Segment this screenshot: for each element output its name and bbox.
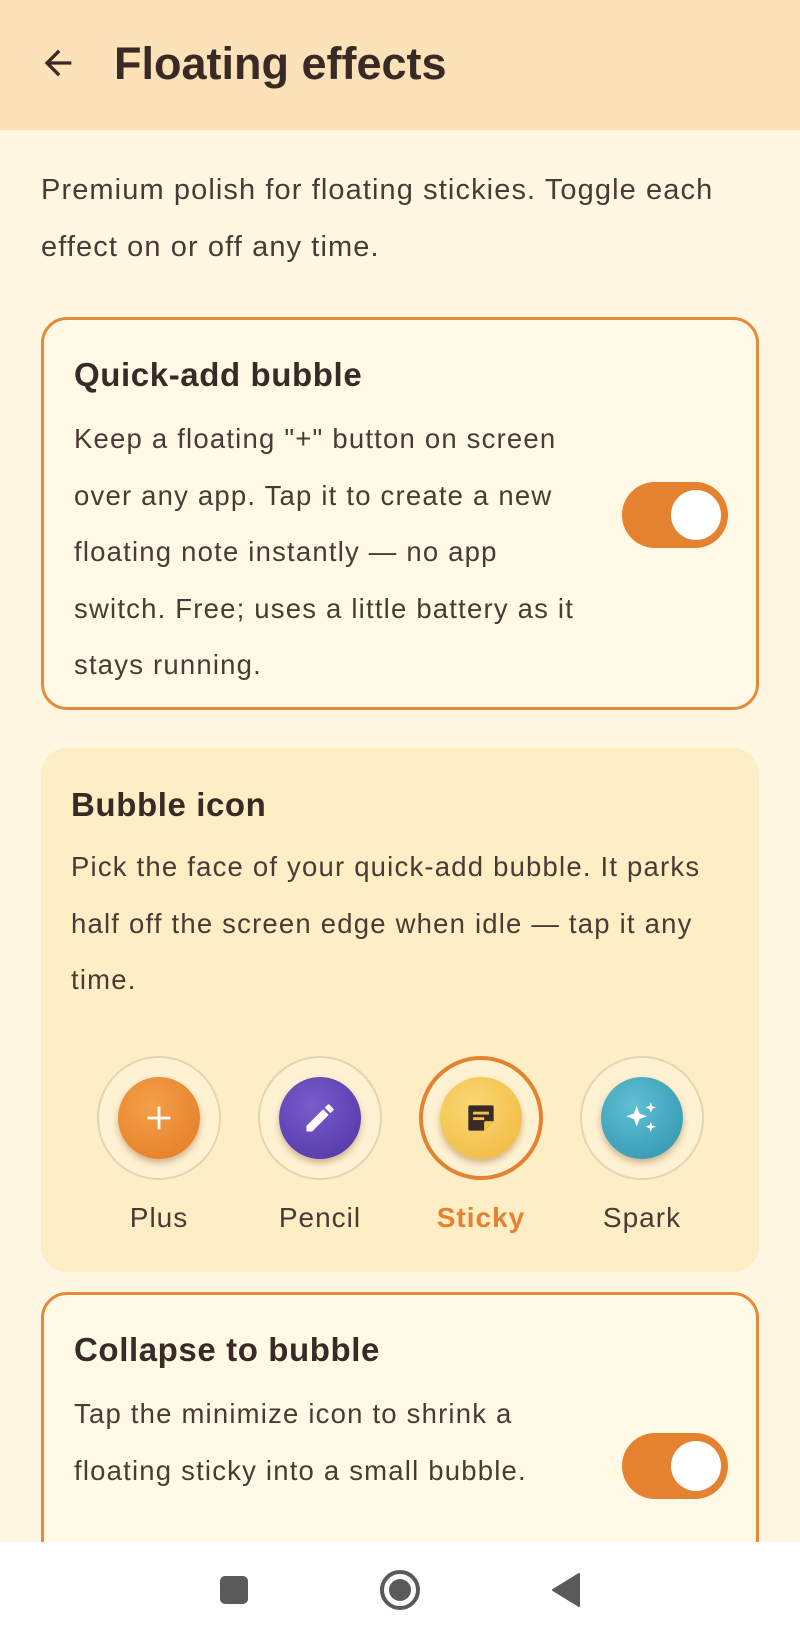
app-bar: Floating effects <box>0 0 800 130</box>
bubble-icon-card: Bubble icon Pick the face of your quick-… <box>41 748 759 1272</box>
bubble-icon-title: Bubble icon <box>71 786 267 823</box>
icon-option-spark[interactable]: Spark <box>577 1056 707 1256</box>
icon-option-sticky[interactable]: Sticky <box>416 1056 546 1256</box>
arrow-left-icon <box>44 49 72 77</box>
quick-add-toggle[interactable] <box>622 482 728 548</box>
recents-button[interactable] <box>206 1562 262 1618</box>
system-nav-bar <box>0 1542 800 1638</box>
collapse-toggle[interactable] <box>622 1433 728 1499</box>
back-button[interactable] <box>30 35 86 91</box>
toggle-knob <box>671 1441 721 1491</box>
icon-label-plus: Plus <box>129 1202 189 1233</box>
collapse-description: Tap the minimize icon to shrink a floati… <box>74 1398 527 1486</box>
back-nav-button[interactable] <box>538 1562 594 1618</box>
settings-content[interactable]: Premium polish for floating stickies. To… <box>0 130 800 1542</box>
pencil-icon <box>279 1077 361 1159</box>
intro-text: Premium polish for floating stickies. To… <box>41 174 714 263</box>
icon-label-pencil: Pencil <box>278 1202 362 1233</box>
sticky-note-icon <box>440 1077 522 1159</box>
icon-label-spark: Spark <box>602 1202 682 1233</box>
page-title: Floating effects <box>114 38 447 89</box>
circle-icon <box>380 1570 420 1610</box>
collapse-card: Collapse to bubble Tap the minimize icon… <box>41 1292 759 1542</box>
quick-add-description: Keep a floating "+" button on screen ove… <box>74 423 575 680</box>
sparkle-icon <box>601 1077 683 1159</box>
plus-icon <box>118 1077 200 1159</box>
icon-option-plus[interactable]: Plus <box>94 1056 224 1256</box>
icon-picker: Plus Pencil Sticky Spark <box>41 1056 759 1256</box>
toggle-knob <box>671 490 721 540</box>
home-button[interactable] <box>372 1562 428 1618</box>
bubble-icon-description: Pick the face of your quick-add bubble. … <box>71 851 701 995</box>
quick-add-card: Quick-add bubble Keep a floating "+" but… <box>41 317 759 710</box>
collapse-title: Collapse to bubble <box>74 1331 380 1368</box>
icon-label-sticky: Sticky <box>436 1202 526 1233</box>
square-icon <box>220 1576 248 1604</box>
triangle-back-icon <box>552 1573 580 1607</box>
icon-option-pencil[interactable]: Pencil <box>255 1056 385 1256</box>
quick-add-title: Quick-add bubble <box>74 356 363 393</box>
